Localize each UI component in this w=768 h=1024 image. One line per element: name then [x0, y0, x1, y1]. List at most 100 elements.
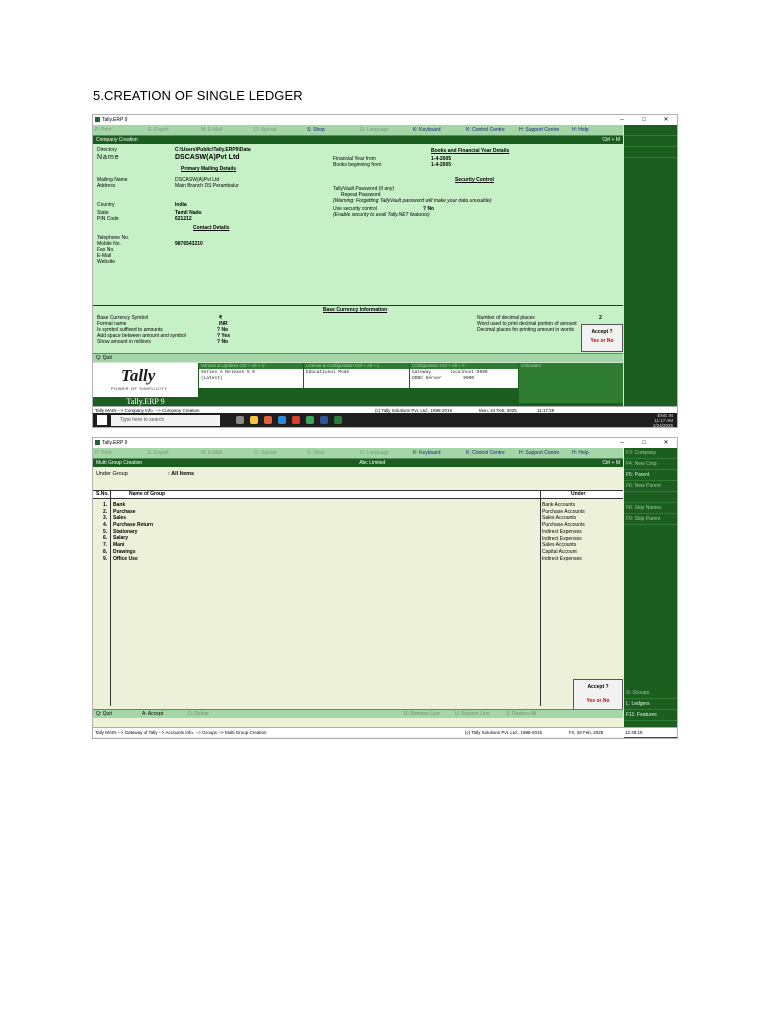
sidebar-slot[interactable]: [624, 147, 677, 158]
accept-dialog[interactable]: Accept ? Yes or No: [573, 679, 623, 713]
sidebar-parent[interactable]: F5: Parent: [624, 470, 677, 481]
configuration-panel[interactable]: Configuration Ctrl + Alt + F Gateway loc…: [410, 363, 518, 407]
accept-yes-no[interactable]: Yes or No: [582, 338, 622, 344]
keyboard-button[interactable]: K: Keyboard: [411, 450, 464, 456]
task-view-icon[interactable]: [236, 416, 244, 424]
windows-start-icon[interactable]: [97, 415, 107, 425]
minimize-button[interactable]: –: [611, 438, 633, 448]
export-button[interactable]: E: Export: [146, 127, 199, 133]
group-under-value[interactable]: Sales Accounts: [542, 515, 585, 522]
group-name[interactable]: Salary: [113, 535, 128, 542]
support-centre-button[interactable]: H: Support Centre: [517, 127, 570, 133]
delete-button[interactable]: D: Delete: [185, 711, 401, 717]
help-button[interactable]: H: Help: [570, 127, 623, 133]
country-field[interactable]: India: [175, 202, 187, 208]
group-name[interactable]: Sales: [113, 515, 126, 522]
chrome-icon[interactable]: [306, 416, 314, 424]
license-panel[interactable]: License & Configuration Ctrl + Alt + L E…: [304, 363, 409, 407]
minimize-button[interactable]: –: [611, 115, 633, 125]
sidebar-new-parent[interactable]: F6: New Parent: [624, 481, 677, 492]
restore-line-button[interactable]: U: Restore Line: [452, 711, 503, 717]
sidebar-company[interactable]: F3: Company: [624, 448, 677, 459]
group-under-value[interactable]: Indirect Expenses: [542, 556, 585, 563]
group-name[interactable]: Bank: [113, 502, 125, 509]
accept-dialog[interactable]: Accept ? Yes or No: [581, 324, 623, 352]
sidebar-ledgers[interactable]: L: Ledgers: [624, 699, 677, 710]
help-button[interactable]: H: Help: [570, 450, 623, 456]
group-under-value[interactable]: Capital Account: [542, 549, 585, 556]
group-under-value[interactable]: Sales Accounts: [542, 542, 585, 549]
email-button[interactable]: M: E-Mail: [199, 127, 252, 133]
export-button[interactable]: E: Export: [146, 450, 199, 456]
group-under-value[interactable]: Purchase Accounts: [542, 522, 585, 529]
bottom-button-bar: Q: Quit A: Accept D: Delete R: Remove Li…: [93, 709, 623, 718]
sidebar-skip-names[interactable]: F8: Skip Names: [624, 503, 677, 514]
restore-all-button[interactable]: S: Restore All: [503, 711, 539, 717]
directory-value[interactable]: C:\Users\Public\Tally.ERP9\Data: [175, 147, 251, 153]
keyboard-button[interactable]: K: Keyboard: [411, 127, 464, 133]
calculator-panel[interactable]: Calculator: [519, 363, 623, 407]
group-under-value[interactable]: Purchase Accounts: [542, 509, 585, 516]
group-under-value[interactable]: Indirect Expenses: [542, 536, 585, 543]
office-icon[interactable]: [292, 416, 300, 424]
pin-field[interactable]: 621212: [175, 216, 192, 222]
control-centre-button[interactable]: K: Control Centre: [464, 127, 517, 133]
group-name[interactable]: Drawings: [113, 549, 136, 556]
quit-button[interactable]: Q: Quit: [93, 711, 139, 717]
group-name[interactable]: Purchase Return: [113, 522, 153, 529]
sidebar-skip-parent[interactable]: F9: Skip Parent: [624, 514, 677, 525]
sidebar-slot[interactable]: [624, 125, 677, 136]
shop-button[interactable]: S: Shop: [305, 127, 358, 133]
mobile-field[interactable]: 9876543210: [175, 241, 203, 247]
sidebar-groups[interactable]: G: Groups: [624, 688, 677, 699]
quit-button[interactable]: Q: Quit: [93, 355, 115, 361]
group-under-value[interactable]: Bank Accounts: [542, 502, 585, 509]
accept-button[interactable]: A: Accept: [139, 711, 185, 717]
group-under-value[interactable]: Indirect Expenses: [542, 529, 585, 536]
control-centre-button[interactable]: K: Control Centre: [464, 450, 517, 456]
print-button[interactable]: P: Print: [93, 127, 146, 133]
store-icon[interactable]: [264, 416, 272, 424]
under-group-field[interactable]: : All Items: [168, 471, 194, 477]
support-centre-button[interactable]: H: Support Centre: [517, 450, 570, 456]
language-button[interactable]: G: Language: [358, 127, 411, 133]
maximize-button[interactable]: □: [633, 115, 655, 125]
decimals-field[interactable]: 2: [599, 315, 602, 321]
remove-line-button[interactable]: R: Remove Line: [401, 711, 452, 717]
taskbar-search-box[interactable]: Type here to search: [111, 414, 220, 426]
address-field[interactable]: Main Branch DS Perambalur: [175, 183, 239, 189]
upload-button[interactable]: O: Upload: [252, 127, 305, 133]
email-button[interactable]: M: E-Mail: [199, 450, 252, 456]
accept-yes-no[interactable]: Yes or No: [574, 698, 622, 704]
maximize-button[interactable]: □: [633, 438, 655, 448]
group-name[interactable]: Mani: [113, 542, 124, 549]
edge-icon[interactable]: [278, 416, 286, 424]
contact-section: Contact Details: [193, 225, 230, 231]
sidebar-new-company[interactable]: F4: New Cmp: [624, 459, 677, 470]
system-tray[interactable]: ENG IN 11:17 AM 2/24/2025: [653, 413, 673, 428]
sidebar-slot[interactable]: [624, 492, 677, 503]
close-button[interactable]: ✕: [655, 115, 677, 125]
millions-field[interactable]: ? No: [217, 339, 228, 345]
tray-time: 11:17 AM: [654, 417, 673, 423]
top-toolbar: P: Print E: Export M: E-Mail O: Upload S…: [93, 448, 623, 459]
group-name[interactable]: Office Use: [113, 556, 138, 563]
close-button[interactable]: ✕: [655, 438, 677, 448]
sidebar-slot[interactable]: [624, 136, 677, 147]
company-name-field[interactable]: DSCASW(A)Pvt Ltd: [175, 154, 240, 161]
group-name[interactable]: Purchase: [113, 509, 136, 516]
file-explorer-icon[interactable]: [250, 416, 258, 424]
language-button[interactable]: G: Language: [358, 450, 411, 456]
books-from-field[interactable]: 1-4-2005: [431, 162, 451, 168]
shop-button[interactable]: S: Shop: [305, 450, 358, 456]
screen-shortcut: Ctrl + M: [602, 137, 620, 143]
sidebar-features[interactable]: F11: Features: [624, 710, 677, 721]
window-titlebar: Tally.ERP 9 – □ ✕: [93, 115, 677, 125]
version-panel[interactable]: Version & Updates Ctrl + Alt + V Series …: [199, 363, 303, 407]
document-heading: 5.CREATION OF SINGLE LEDGER: [93, 88, 303, 103]
tally-taskbar-icon[interactable]: [334, 416, 342, 424]
print-button[interactable]: P: Print: [93, 450, 146, 456]
group-name[interactable]: Stationary: [113, 529, 137, 536]
upload-button[interactable]: O: Upload: [252, 450, 305, 456]
word-icon[interactable]: [320, 416, 328, 424]
